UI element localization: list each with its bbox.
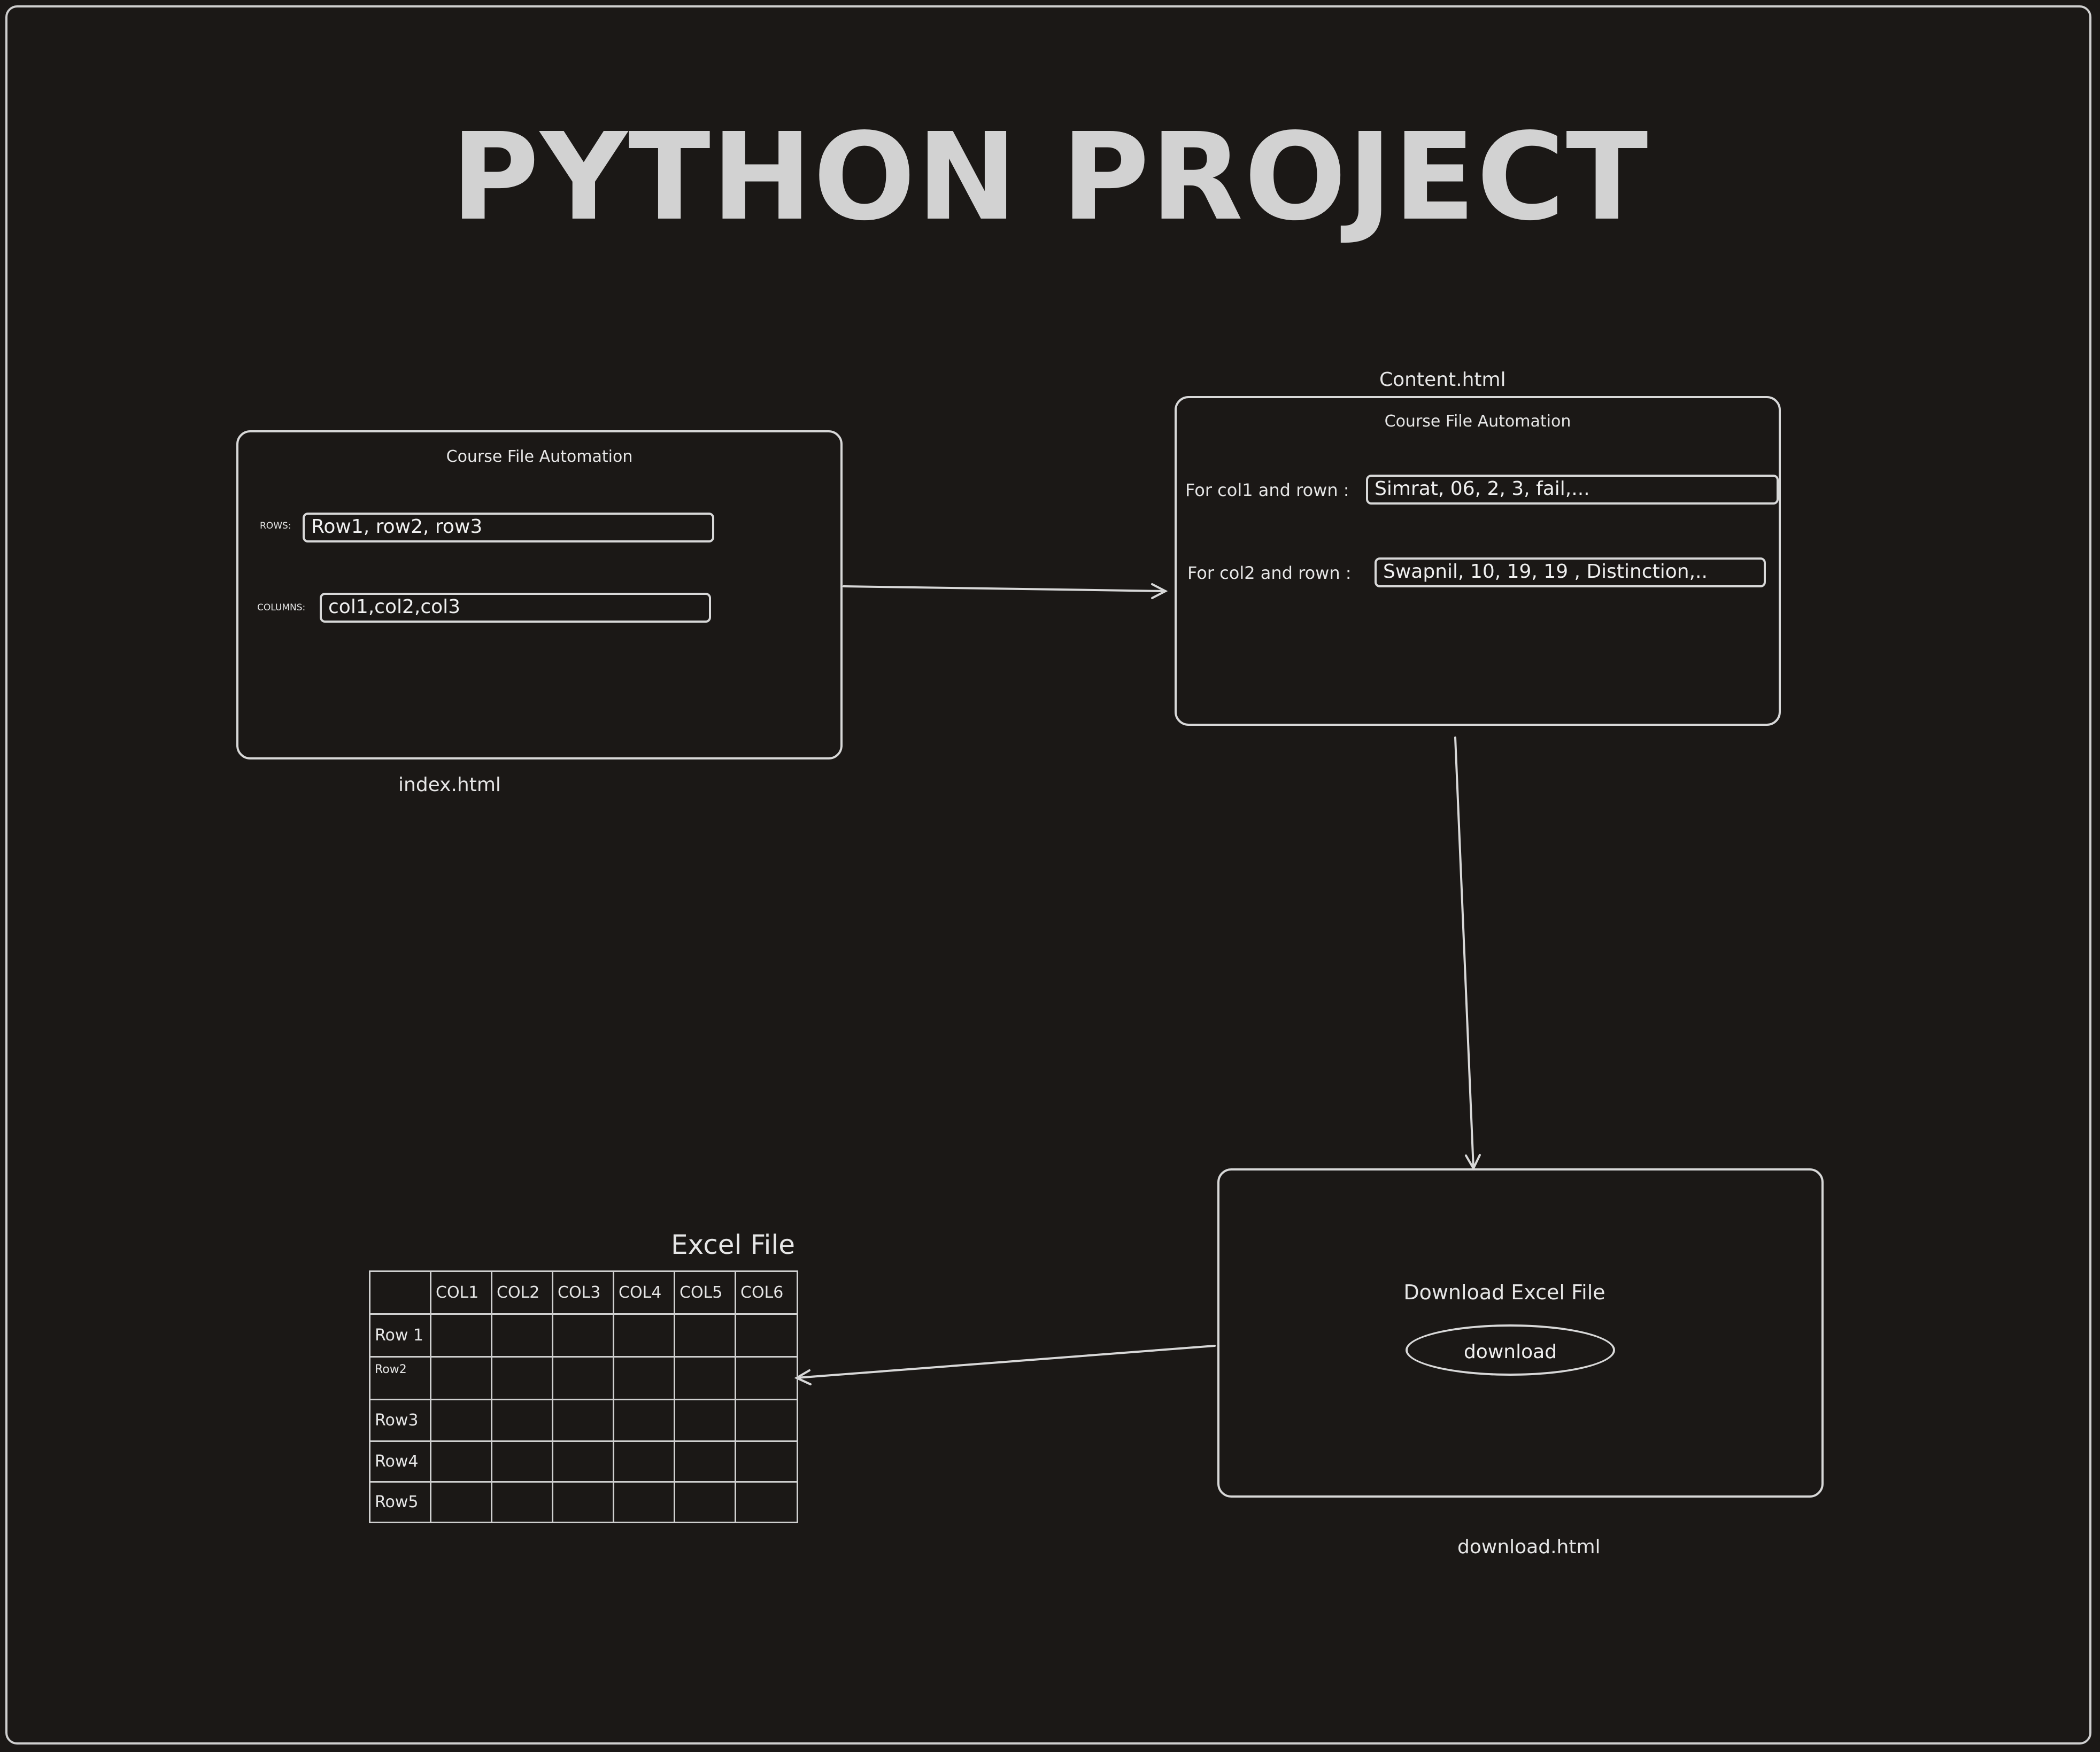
excel-row-header: Row2 [369,1356,431,1400]
excel-row: Row3 [369,1399,798,1442]
excel-cell [491,1313,553,1358]
excel-row-header: Row3 [369,1399,431,1442]
index-page-caption: index.html [398,774,501,796]
field2-label: For col2 and rown : [1187,563,1352,583]
arrow-content-to-download [1454,737,1474,1169]
arrow-download-to-excel [796,1345,1216,1379]
excel-cell [491,1481,553,1523]
excel-row: Row2 [369,1356,798,1400]
excel-column-header: COL5 [674,1270,736,1315]
excel-cell [430,1399,492,1442]
excel-cell [552,1481,614,1523]
excel-row-header: Row4 [369,1440,431,1483]
excel-cell [674,1313,736,1358]
excel-cell [674,1399,736,1442]
excel-row-header: Row 1 [369,1313,431,1358]
excel-column-header: COL2 [491,1270,553,1315]
excel-cell [613,1440,675,1483]
excel-cell [613,1399,675,1442]
content-page-heading: Course File Automation [1384,412,1571,431]
excel-cell [735,1356,798,1400]
excel-cell [491,1356,553,1400]
index-page-heading: Course File Automation [446,447,633,466]
excel-column-header: COL6 [735,1270,798,1315]
download-page-heading: Download Excel File [1403,1281,1605,1304]
content-page-caption: Content.html [1379,369,1506,391]
download-page-caption: download.html [1457,1536,1601,1558]
download-page-panel: Download Excel File download [1217,1168,1824,1498]
excel-cell [735,1481,798,1523]
excel-file-title: Excel File [671,1229,796,1260]
columns-input[interactable]: col1,col2,col3 [320,593,711,623]
excel-cell [674,1440,736,1483]
excel-cell [430,1481,492,1523]
excel-column-header: COL1 [430,1270,492,1315]
excel-cell [552,1399,614,1442]
excel-corner-cell [369,1270,431,1315]
excel-row: Row5 [369,1481,798,1523]
excel-row: Row 1 [369,1313,798,1358]
excel-cell [552,1440,614,1483]
excel-cell [491,1440,553,1483]
excel-cell [430,1440,492,1483]
columns-label: COLUMNS: [257,602,306,613]
excel-header-row: COL1 COL2 COL3 COL4 COL5 COL6 [369,1270,798,1315]
content-page-panel: Course File Automation For col1 and rown… [1175,396,1781,726]
excel-cell [552,1356,614,1400]
excel-cell [735,1440,798,1483]
excel-column-header: COL4 [613,1270,675,1315]
excel-column-header: COL3 [552,1270,614,1315]
excel-cell [613,1313,675,1358]
excel-row-header: Row5 [369,1481,431,1523]
excel-cell [735,1313,798,1358]
excel-cell [674,1481,736,1523]
excel-cell [491,1399,553,1442]
rows-input[interactable]: Row1, row2, row3 [303,513,714,542]
excel-cell [430,1356,492,1400]
diagram-canvas: PYTHON PROJECT Course File Automation RO… [0,0,2100,1752]
field1-input[interactable]: Simrat, 06, 2, 3, fail,... [1366,475,1779,505]
field2-input[interactable]: Swapnil, 10, 19, 19 , Distinction,.. [1375,557,1766,587]
excel-cell [552,1313,614,1358]
excel-cell [613,1356,675,1400]
excel-cell [430,1313,492,1358]
excel-cell [735,1399,798,1442]
excel-row: Row4 [369,1440,798,1483]
index-page-panel: Course File Automation ROWS: Row1, row2,… [236,430,843,759]
excel-cell [613,1481,675,1523]
excel-table: COL1 COL2 COL3 COL4 COL5 COL6 Row 1 Row2… [369,1270,798,1523]
download-button[interactable]: download [1406,1324,1615,1376]
field1-label: For col1 and rown : [1185,480,1349,500]
rows-label: ROWS: [260,521,291,531]
excel-cell [674,1356,736,1400]
arrow-index-to-content [843,585,1167,592]
